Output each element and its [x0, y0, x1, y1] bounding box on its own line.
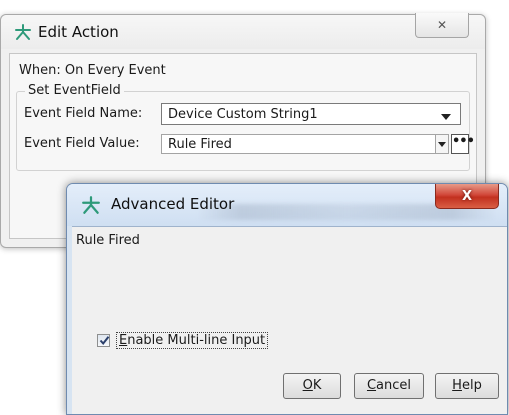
checkmark-icon	[99, 336, 110, 346]
close-icon: X	[461, 188, 473, 204]
help-button[interactable]: Help	[435, 373, 499, 399]
advanced-editor-body: Rule Fired Enable Multi-line Input OK Ca…	[72, 226, 507, 414]
multiline-checkbox[interactable]	[97, 334, 110, 347]
close-button[interactable]: X	[435, 184, 499, 209]
cancel-button[interactable]: Cancel	[354, 373, 424, 399]
advanced-editor-title: Advanced Editor	[111, 195, 235, 213]
close-button[interactable]: ✕	[415, 13, 469, 38]
advanced-editor-dialog: Advanced Editor X Rule Fired Enable Mult…	[66, 183, 508, 415]
event-field-value-text: Rule Fired	[168, 137, 232, 152]
event-field-name-value: Device Custom String1	[168, 107, 318, 122]
event-field-value-label: Event Field Value:	[24, 136, 140, 151]
editor-text: Rule Fired	[76, 233, 140, 248]
rule-star-icon	[81, 195, 101, 219]
group-label: Set EventField	[25, 83, 124, 98]
edit-action-titlebar[interactable]: Edit Action	[1, 15, 485, 49]
ok-button[interactable]: OK	[283, 373, 341, 399]
set-eventfield-group: Set EventField Event Field Name: Device …	[16, 83, 475, 171]
chevron-down-icon	[438, 142, 446, 147]
edit-action-title: Edit Action	[38, 23, 119, 41]
when-text: When: On Every Event	[19, 63, 166, 78]
event-field-value-input[interactable]: Rule Fired	[161, 134, 436, 154]
event-field-name-select[interactable]: Device Custom String1	[161, 103, 461, 125]
multiline-checkbox-label: Enable Multi-line Input	[116, 332, 269, 349]
event-field-value-dropdown[interactable]	[436, 134, 449, 154]
editor-text-area[interactable]: Rule Fired	[72, 227, 507, 331]
ellipsis-button[interactable]: •••	[451, 134, 475, 154]
event-field-name-label: Event Field Name:	[24, 106, 143, 121]
close-icon: ✕	[436, 18, 448, 32]
chevron-down-icon	[441, 114, 451, 120]
rule-star-icon	[14, 23, 32, 45]
